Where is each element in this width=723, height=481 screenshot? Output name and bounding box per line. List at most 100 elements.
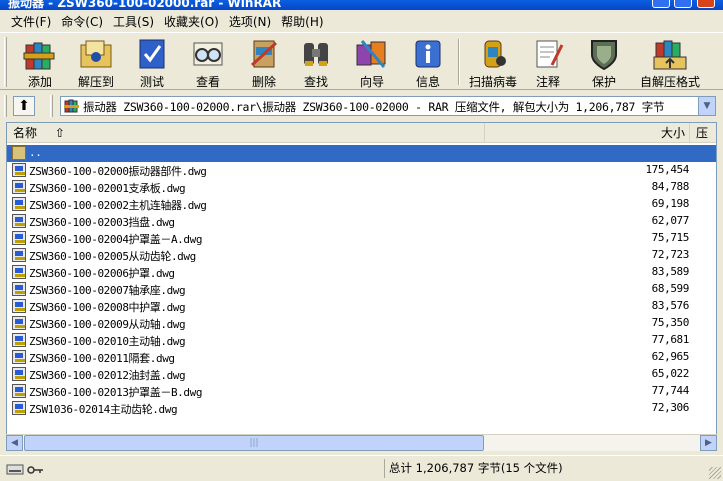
status-total: 总计 1,206,787 字节(15 个文件)	[384, 459, 704, 478]
maximize-button[interactable]	[674, 0, 692, 8]
find-label: 查找	[303, 75, 328, 89]
toolbar-separator	[458, 39, 460, 85]
dwg-file-icon	[12, 282, 26, 296]
sfx-icon	[652, 37, 688, 71]
list-item[interactable]: ZSW1036-02014主动齿轮.dwg 72,306	[7, 400, 716, 417]
chevron-down-icon[interactable]: ▼	[698, 97, 715, 115]
list-item[interactable]: ZSW360-100-02010主动轴.dwg 77,681	[7, 332, 716, 349]
file-size: 69,198	[651, 197, 690, 210]
view-glasses-icon	[190, 37, 226, 71]
delete-label: 删除	[251, 75, 276, 89]
list-item[interactable]: ZSW360-100-02013护罩盖－B.dwg 77,744	[7, 383, 716, 400]
virus-scan-button[interactable]: 扫描病毒	[464, 35, 522, 89]
dwg-file-icon	[12, 299, 26, 313]
close-button[interactable]	[697, 0, 715, 8]
window-title: 振动器 - ZSW360-100-02000.rar - WinRAR	[8, 0, 282, 10]
minimize-button[interactable]	[652, 0, 670, 8]
address-grip[interactable]	[4, 95, 7, 117]
list-item[interactable]: ZSW360-100-02012油封盖.dwg 65,022	[7, 366, 716, 383]
test-button[interactable]: 测试	[126, 35, 178, 89]
sfx-label: 自解压格式	[639, 75, 700, 89]
file-size: 72,723	[651, 248, 690, 261]
menu-file[interactable]: 文件(F)	[6, 13, 56, 30]
dwg-file-icon	[12, 316, 26, 330]
file-size: 84,788	[651, 180, 690, 193]
archive-icon	[64, 99, 80, 113]
column-size-header[interactable]: 大小	[485, 123, 690, 143]
find-button[interactable]: 查找	[290, 35, 342, 89]
dwg-file-icon	[12, 401, 26, 415]
chevron-left-icon: ◀	[11, 438, 18, 448]
toolbar-grip[interactable]	[4, 37, 7, 87]
menu-commands[interactable]: 命令(C)	[56, 13, 108, 30]
dwg-file-icon	[12, 248, 26, 262]
scroll-thumb[interactable]: |||	[24, 435, 484, 451]
list-item[interactable]: ZSW360-100-02008中护罩.dwg 83,576	[7, 298, 716, 315]
file-name: ZSW360-100-02003挡盘.dwg	[29, 216, 175, 229]
path-text: 振动器 ZSW360-100-02000.rar\振动器 ZSW360-100-…	[83, 100, 665, 114]
list-item[interactable]: ZSW360-100-02006护罩.dwg 83,589	[7, 264, 716, 281]
comment-icon	[530, 37, 566, 71]
scroll-left-button[interactable]: ◀	[6, 435, 23, 451]
list-item[interactable]: ZSW360-100-02005从动齿轮.dwg 72,723	[7, 247, 716, 264]
info-button[interactable]: 信息	[402, 35, 454, 89]
extract-to-label: 解压到	[77, 75, 114, 89]
protect-label: 保护	[591, 75, 616, 89]
add-books-icon	[22, 37, 58, 71]
column-packed-header[interactable]: 压	[690, 123, 716, 143]
scroll-right-button[interactable]: ▶	[700, 435, 717, 451]
find-binoculars-icon	[298, 37, 334, 71]
up-one-level-button[interactable]: ⬆	[13, 96, 35, 116]
menu-help[interactable]: 帮助(H)	[276, 13, 328, 30]
extract-to-button[interactable]: 解压到	[70, 35, 122, 89]
list-item[interactable]: ZSW360-100-02003挡盘.dwg 62,077	[7, 213, 716, 230]
sfx-button[interactable]: 自解压格式	[634, 35, 706, 89]
view-button[interactable]: 查看	[182, 35, 234, 89]
path-combobox[interactable]: 振动器 ZSW360-100-02000.rar\振动器 ZSW360-100-…	[60, 96, 716, 116]
test-label: 测试	[139, 75, 164, 89]
title-bar: 振动器 - ZSW360-100-02000.rar - WinRAR	[0, 0, 723, 10]
protect-shield-icon	[586, 37, 622, 71]
column-name-label: 名称	[13, 126, 38, 140]
menu-bar: 文件(F) 命令(C) 工具(S) 收藏夹(O) 选项(N) 帮助(H)	[0, 10, 723, 32]
dwg-file-icon	[12, 214, 26, 228]
list-item[interactable]: ZSW360-100-02007轴承座.dwg 68,599	[7, 281, 716, 298]
file-size: 77,744	[651, 384, 690, 397]
list-item[interactable]: ZSW360-100-02002主机连轴器.dwg 69,198	[7, 196, 716, 213]
list-item[interactable]: ZSW360-100-02001支承板.dwg 84,788	[7, 179, 716, 196]
file-size: 75,715	[651, 231, 690, 244]
horizontal-scrollbar[interactable]: ◀ ||| ▶	[6, 434, 717, 451]
add-button[interactable]: 添加	[14, 35, 66, 89]
drive-key-icon[interactable]	[6, 462, 46, 476]
test-check-icon	[134, 37, 170, 71]
file-name: ZSW360-100-02001支承板.dwg	[29, 182, 186, 195]
list-item[interactable]: ZSW360-100-02004护罩盖－A.dwg 75,715	[7, 230, 716, 247]
view-label: 查看	[195, 75, 220, 89]
wizard-button[interactable]: 向导	[346, 35, 398, 89]
menu-options[interactable]: 选项(N)	[224, 13, 276, 30]
address-bar: ⬆ 振动器 ZSW360-100-02000.rar\振动器 ZSW360-10…	[0, 92, 723, 120]
file-size: 65,022	[651, 367, 690, 380]
comment-button[interactable]: 注释	[522, 35, 574, 89]
file-name: ZSW360-100-02012油封盖.dwg	[29, 369, 186, 382]
resize-grip[interactable]	[709, 467, 721, 479]
menu-tools[interactable]: 工具(S)	[108, 13, 159, 30]
file-size: 75,350	[651, 316, 690, 329]
info-label: 信息	[415, 75, 440, 89]
list-item[interactable]: ZSW360-100-02000振动器部件.dwg 175,454	[7, 162, 716, 179]
menu-favorites[interactable]: 收藏夹(O)	[159, 13, 224, 30]
list-header: 名称 ⇧ 大小 压	[7, 123, 716, 143]
protect-button[interactable]: 保护	[578, 35, 630, 89]
column-name-header[interactable]: 名称 ⇧	[7, 123, 485, 143]
list-item[interactable]: ZSW360-100-02011隔套.dwg 62,965	[7, 349, 716, 366]
delete-button[interactable]: 删除	[238, 35, 290, 89]
file-size: 72,306	[651, 401, 690, 414]
chevron-right-icon: ▶	[705, 438, 712, 448]
sort-up-icon: ⇧	[54, 126, 65, 140]
list-item[interactable]: ZSW360-100-02009从动轴.dwg 75,350	[7, 315, 716, 332]
address-grip-2[interactable]	[50, 95, 53, 117]
file-name: ZSW1036-02014主动齿轮.dwg	[29, 403, 178, 416]
delete-icon	[246, 37, 282, 71]
list-item-parent[interactable]: ..	[7, 145, 716, 162]
file-size: 175,454	[645, 163, 689, 176]
